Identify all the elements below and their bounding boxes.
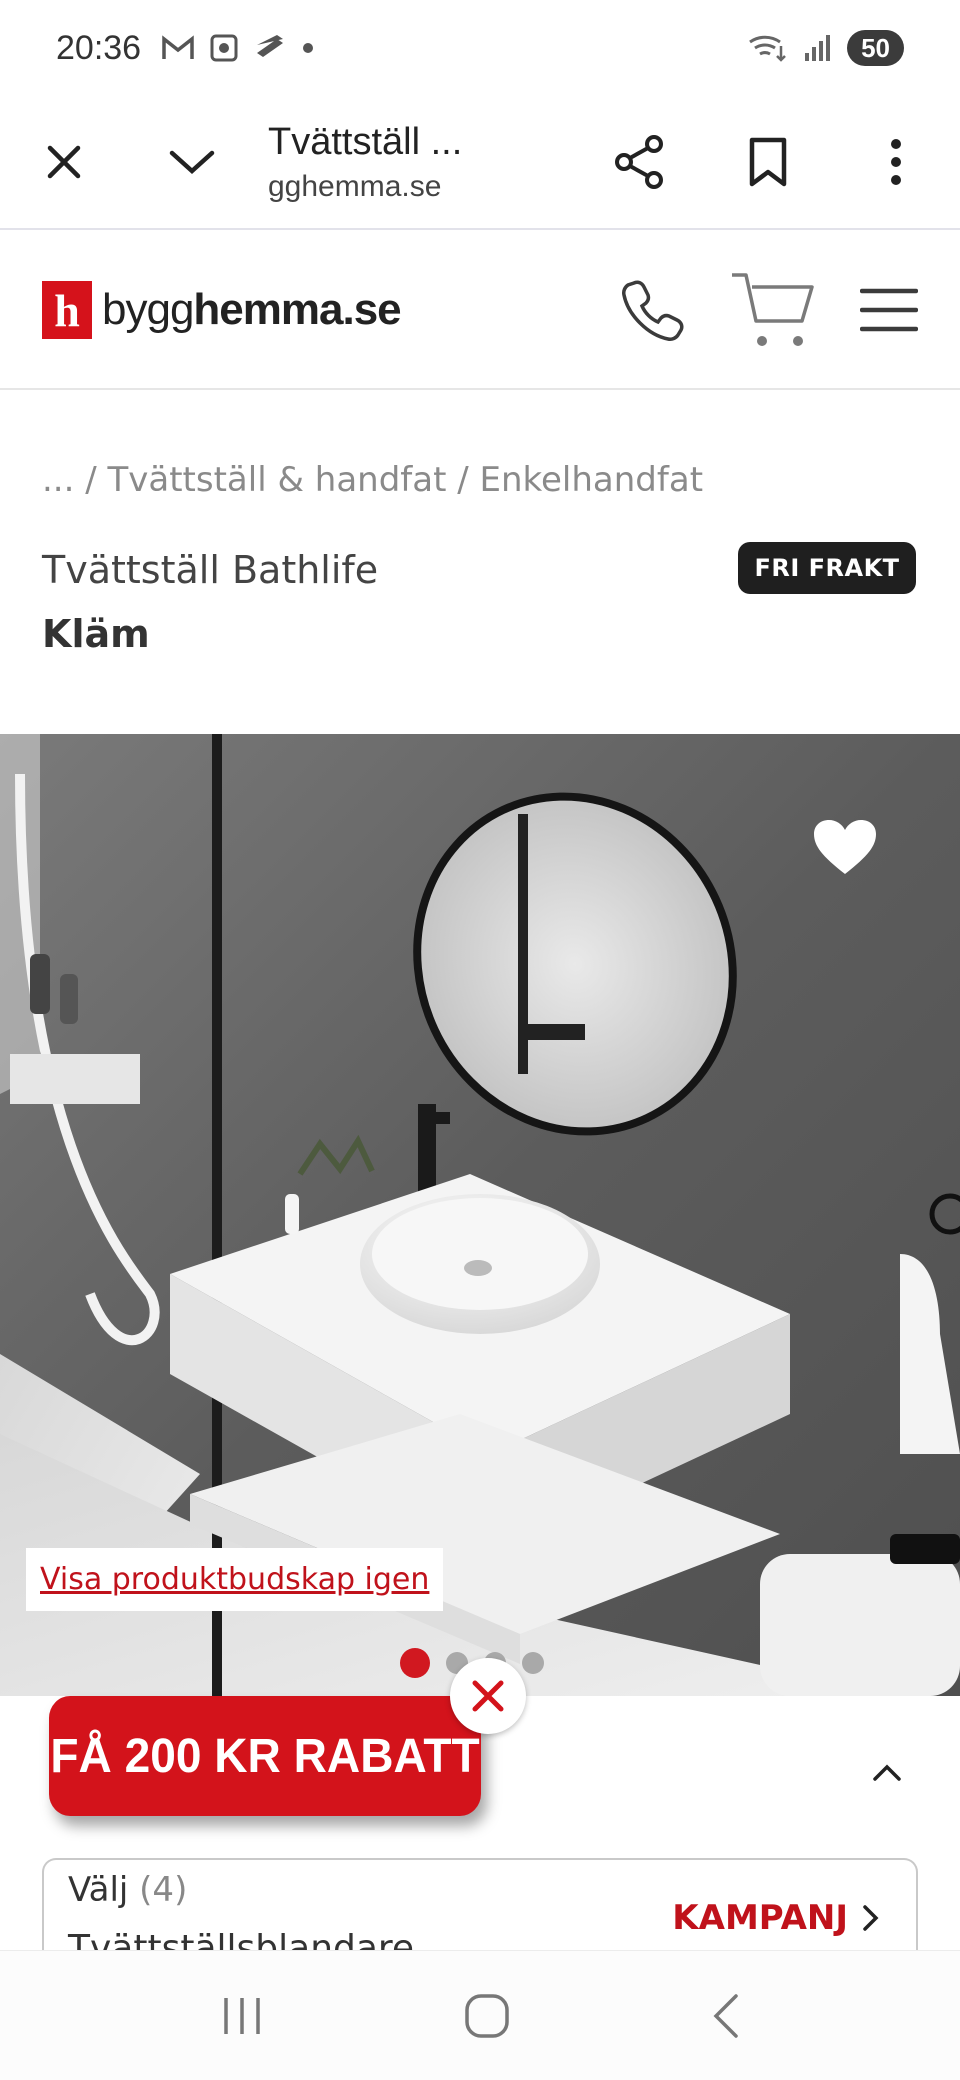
signal-icon <box>805 35 831 61</box>
status-time: 20:36 <box>56 28 142 67</box>
share-icon <box>615 135 663 189</box>
menu-icon[interactable] <box>860 287 918 333</box>
heart-icon <box>814 820 876 874</box>
campaign-label: KAMPANJ <box>672 1898 848 1938</box>
header-actions <box>620 269 918 351</box>
variant-count: (4) <box>139 1870 188 1910</box>
bookmark-icon <box>749 137 787 187</box>
page-title: Tvättställ ... <box>268 120 463 163</box>
logo-suffix: hemma.se <box>193 285 401 334</box>
close-icon <box>47 145 81 179</box>
collapse-button[interactable] <box>872 1762 902 1786</box>
status-bar: 20:36 50 <box>0 0 960 96</box>
more-icon <box>891 139 901 185</box>
status-system-icons: 50 <box>747 30 904 66</box>
carousel-dot[interactable] <box>522 1652 544 1674</box>
site-header: h bygghemma.se <box>0 232 960 390</box>
home-icon[interactable] <box>463 1992 511 2040</box>
dot-icon <box>303 43 314 53</box>
tab-title-area[interactable]: Tvättställ ... gghemma.se <box>256 121 576 204</box>
battery-indicator: 50 <box>847 30 904 66</box>
close-icon <box>472 1680 504 1712</box>
variant-label: Välj (4) <box>68 1870 187 1910</box>
logo-text: bygghemma.se <box>102 285 402 335</box>
wifi-icon <box>749 35 786 62</box>
browser-toolbar: Tvättställ ... gghemma.se <box>0 96 960 230</box>
close-promo-button[interactable] <box>450 1658 526 1734</box>
system-nav-bar <box>0 1950 960 2080</box>
campaign-link[interactable]: KAMPANJ <box>672 1898 880 1938</box>
discount-promo-button[interactable]: FÅ 200 KR RABATT <box>49 1696 481 1816</box>
free-shipping-badge: FRI FRAKT <box>738 542 916 594</box>
logo-prefix: bygg <box>102 285 194 334</box>
stack-icon <box>257 35 284 57</box>
page-url: gghemma.se <box>268 169 442 203</box>
cart-icon[interactable] <box>728 269 818 351</box>
product-subtitle: Kläm <box>42 612 150 656</box>
breadcrumb[interactable]: ... / Tvättställ & handfat / Enkelhandfa… <box>42 460 703 500</box>
back-icon[interactable] <box>710 1992 740 2040</box>
close-tab-button[interactable] <box>0 95 128 229</box>
variant-label-text: Välj <box>68 1870 129 1910</box>
logo-mark: h <box>42 281 92 339</box>
variant-selector[interactable]: Välj (4) Tvättställsblandare KAMPANJ <box>42 1858 918 1958</box>
gmail-icon <box>162 35 194 59</box>
product-title: Tvättställ Bathlife <box>42 548 379 592</box>
site-logo[interactable]: h bygghemma.se <box>42 281 402 339</box>
more-options-button[interactable] <box>832 95 960 229</box>
phone-icon[interactable] <box>620 277 686 343</box>
status-notification-icons <box>161 33 315 63</box>
carousel-dot[interactable] <box>400 1648 430 1678</box>
recent-apps-icon[interactable] <box>220 1994 264 2038</box>
bookmark-button[interactable] <box>704 95 832 229</box>
chevron-down-icon <box>169 150 215 175</box>
wishlist-button[interactable] <box>812 818 878 880</box>
product-image-carousel[interactable]: Visa produktbudskap igen <box>0 734 960 1696</box>
show-product-message-link[interactable]: Visa produktbudskap igen <box>26 1548 444 1611</box>
tab-actions <box>576 95 960 229</box>
screenshot-icon <box>210 34 238 62</box>
chevron-up-icon <box>873 1764 901 1781</box>
minimize-tab-button[interactable] <box>128 95 256 229</box>
chevron-right-icon <box>863 1905 879 1931</box>
share-button[interactable] <box>576 95 704 229</box>
